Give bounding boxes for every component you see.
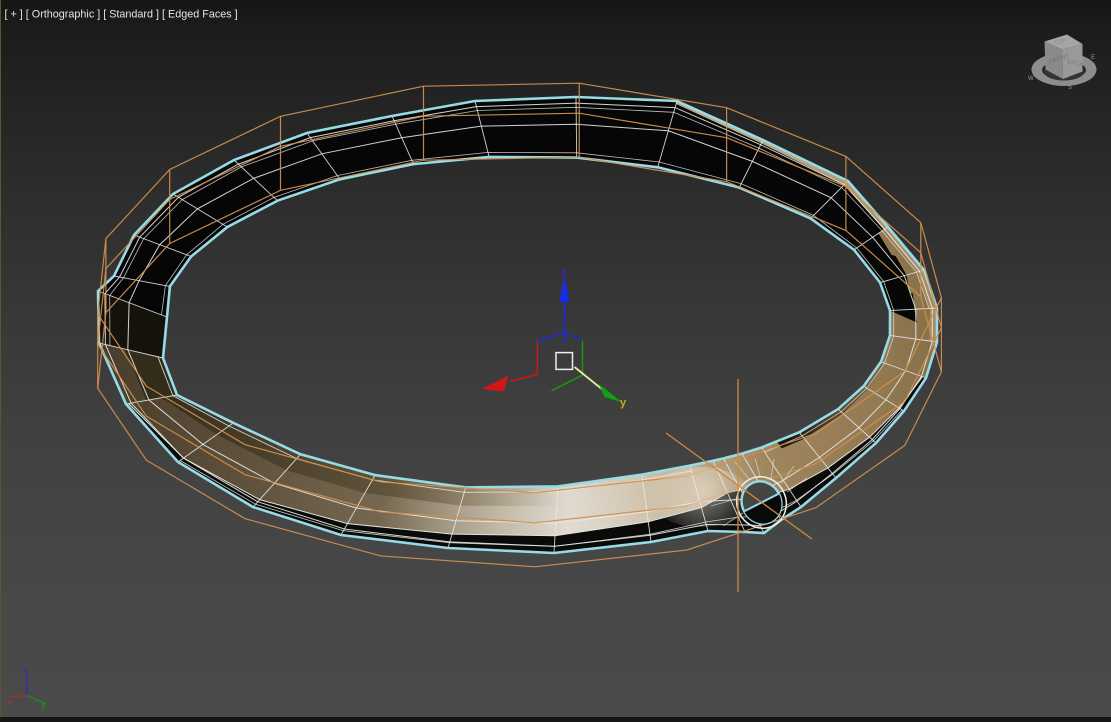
svg-text:x: x [7,697,12,707]
svg-text:y: y [41,700,46,710]
svg-text:W: W [1028,76,1034,82]
svg-text:E: E [1091,55,1095,61]
svg-text:S: S [1068,85,1072,91]
svg-text:z: z [24,665,29,675]
svg-text:[ + ] [ Orthographic ] [ Stand: [ + ] [ Orthographic ] [ Standard ] [ Ed… [5,9,238,21]
svg-text:z: z [562,268,567,279]
svg-text:y: y [620,397,627,409]
